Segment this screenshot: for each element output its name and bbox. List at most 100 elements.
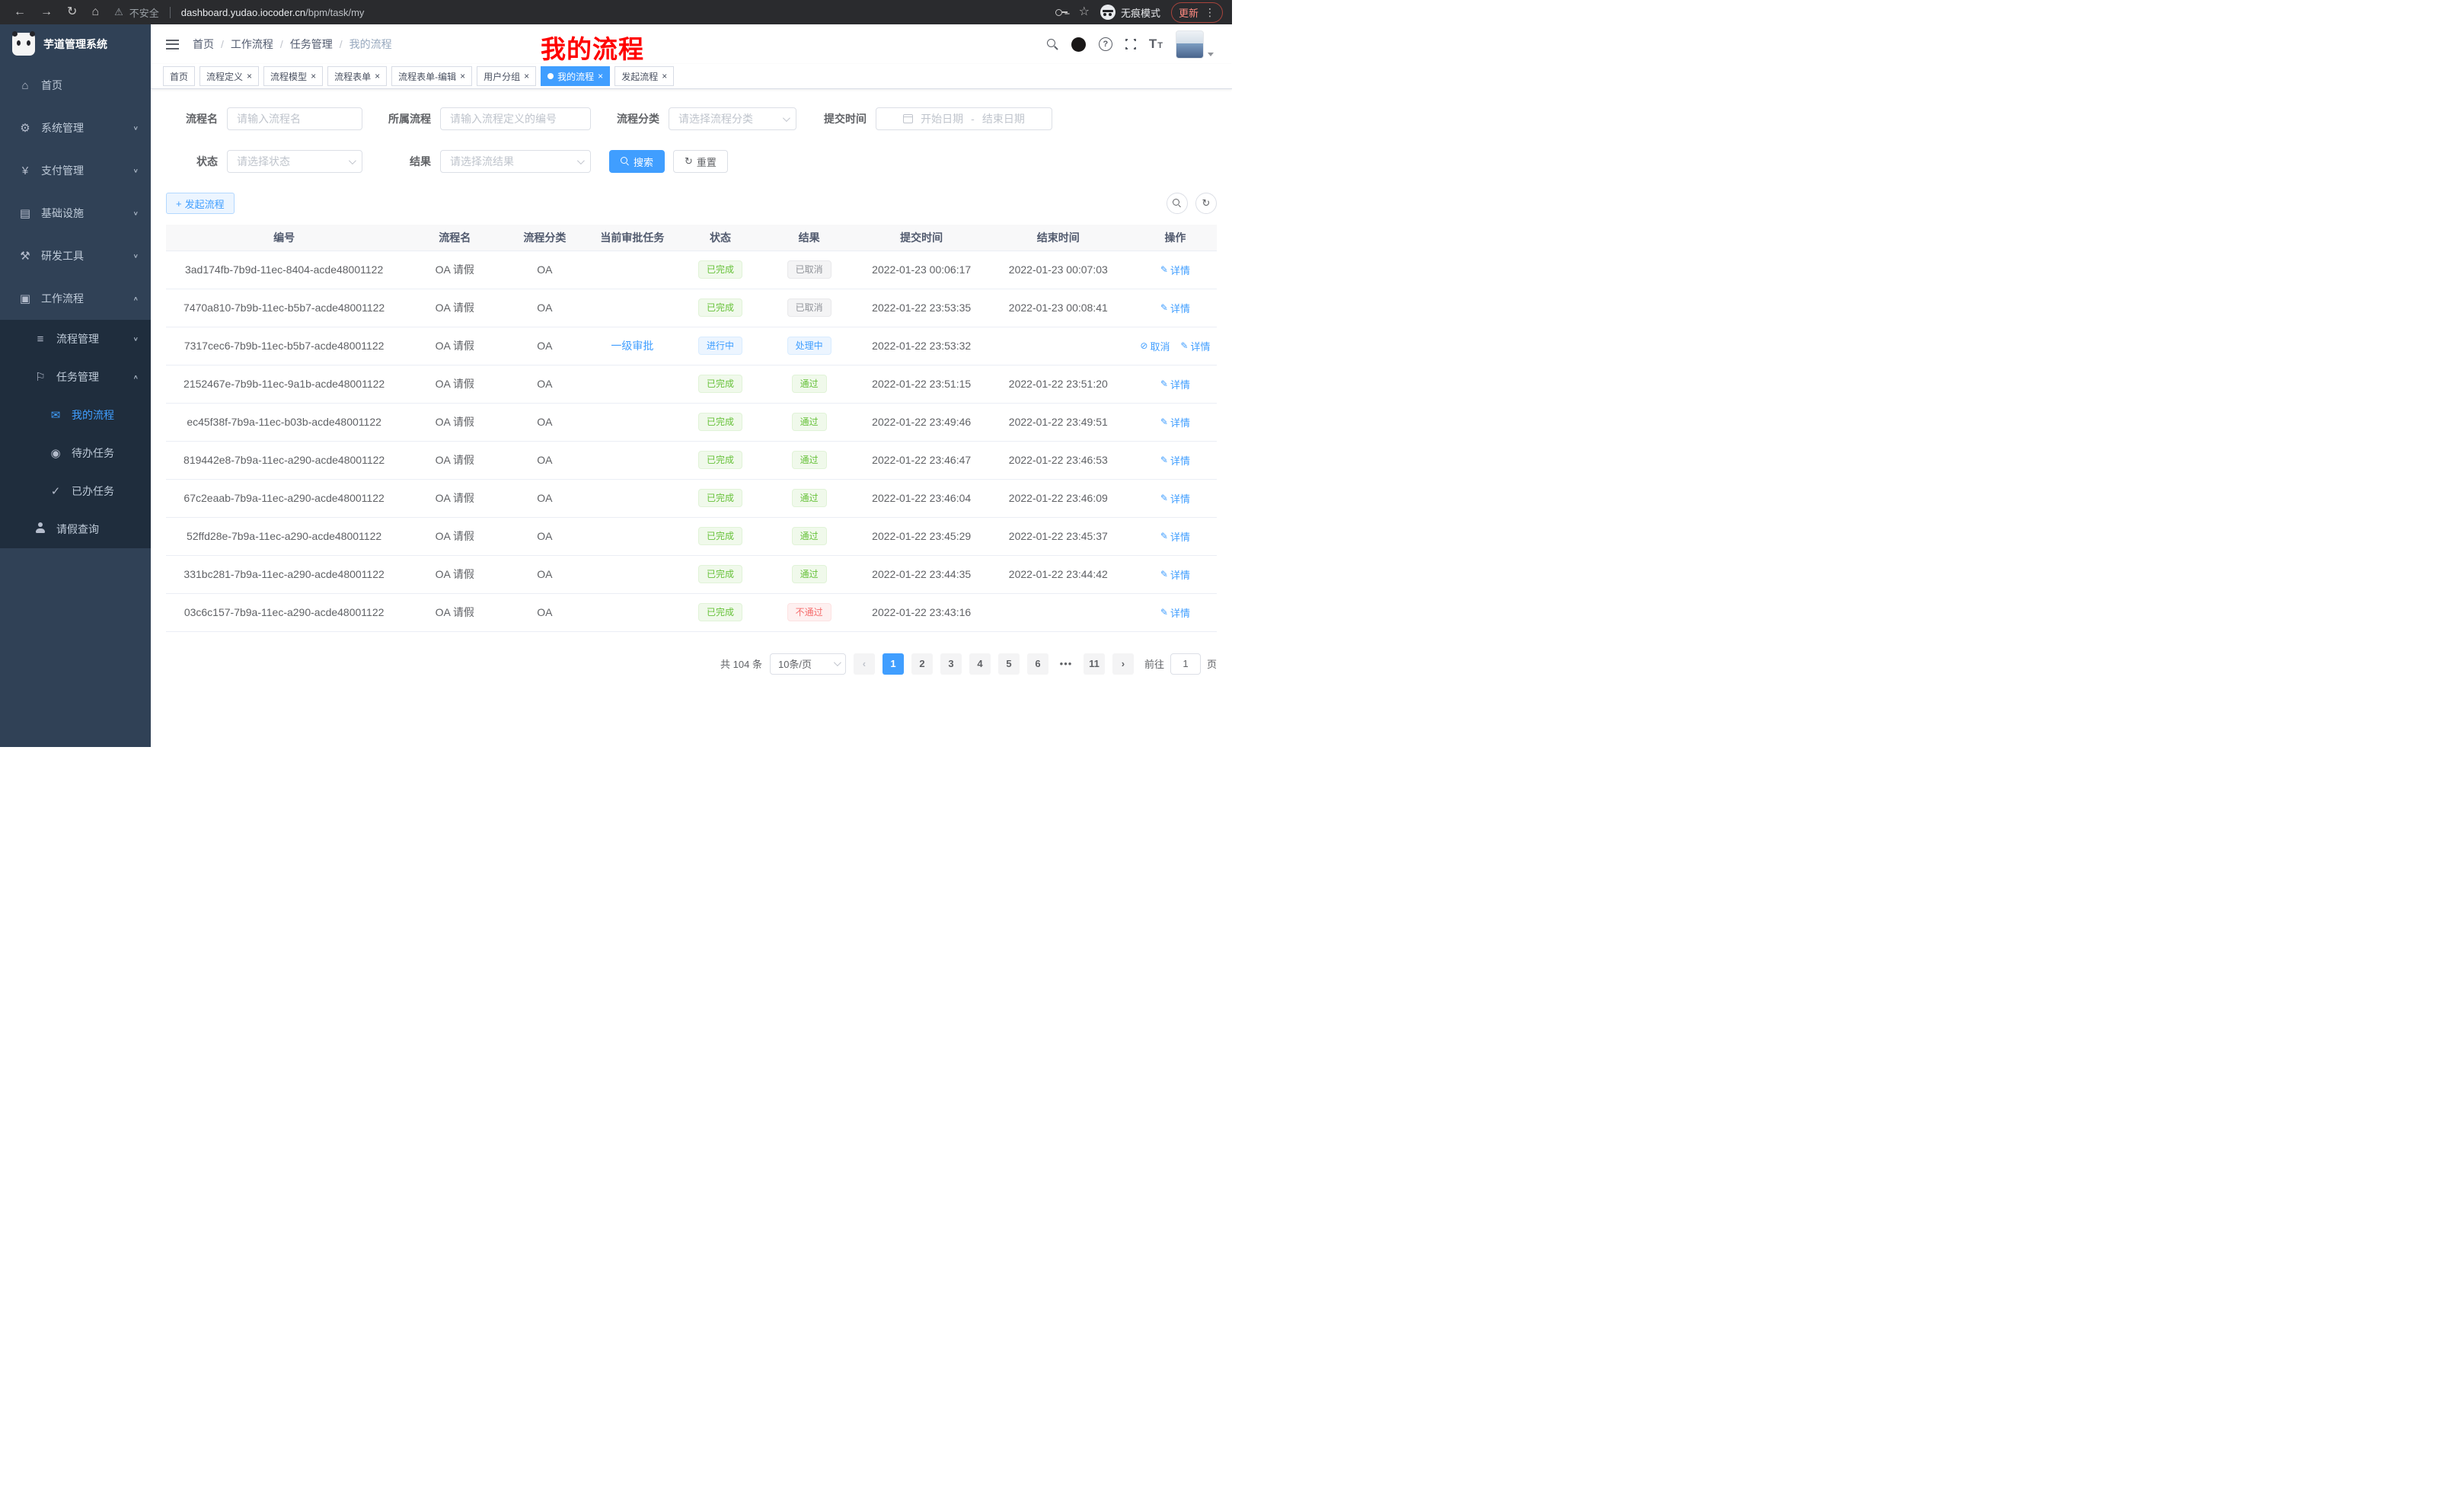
page-button-3[interactable]: 3 — [940, 653, 962, 675]
result-select[interactable]: 请选择流结果 — [440, 150, 591, 173]
close-icon[interactable]: × — [247, 72, 252, 81]
github-button[interactable] — [1071, 37, 1086, 52]
breadcrumb-item-workflow[interactable]: 工作流程 — [231, 37, 273, 52]
page-button-11[interactable]: 11 — [1084, 653, 1105, 675]
page-button-2[interactable]: 2 — [911, 653, 933, 675]
detail-action-link[interactable]: ✎详情 — [1160, 567, 1190, 582]
cell-end-time: 2022-01-23 00:08:41 — [983, 289, 1134, 327]
key-icon[interactable] — [1055, 8, 1068, 16]
cell-actions: ✎详情 — [1134, 365, 1217, 403]
sidebar-item-todo-tasks[interactable]: ◉ 待办任务 — [0, 434, 151, 472]
breadcrumb-item-home[interactable]: 首页 — [193, 37, 214, 52]
page-size-select[interactable]: 10条/页 — [770, 653, 846, 675]
tab-process-form-edit[interactable]: 流程表单-编辑× — [391, 66, 472, 86]
reload-button[interactable]: ↻ — [67, 6, 77, 18]
cell-actions: ⊘取消 ✎详情 — [1134, 327, 1217, 365]
star-icon[interactable]: ☆ — [1079, 6, 1090, 18]
close-icon[interactable]: × — [311, 72, 316, 81]
refresh-list-button[interactable]: ↻ — [1195, 193, 1217, 214]
tab-home[interactable]: 首页 — [163, 66, 195, 86]
header-search-button[interactable] — [1047, 39, 1058, 50]
goto-page-input[interactable] — [1170, 653, 1201, 675]
detail-action-link[interactable]: ✎详情 — [1160, 529, 1190, 544]
close-icon[interactable]: × — [460, 72, 465, 81]
detail-action-link[interactable]: ✎详情 — [1160, 301, 1190, 315]
close-icon[interactable]: × — [598, 72, 603, 81]
process-definition-input[interactable] — [440, 107, 591, 130]
message-icon: ✉ — [47, 408, 64, 422]
toggle-search-button[interactable] — [1167, 193, 1188, 214]
update-button[interactable]: 更新 ⋮ — [1171, 2, 1223, 23]
sidebar-item-my-process[interactable]: ✉ 我的流程 — [0, 396, 151, 434]
sidebar-toggle-button[interactable] — [166, 40, 179, 49]
sidebar-item-process-management[interactable]: ≡ 流程管理 ∨ — [0, 320, 151, 358]
tab-process-form[interactable]: 流程表单× — [327, 66, 387, 86]
close-icon[interactable]: × — [524, 72, 529, 81]
sidebar-item-workflow[interactable]: ▣ 工作流程 ∧ — [0, 277, 151, 320]
table-row: 2152467e-7b9b-11ec-9a1b-acde48001122 OA … — [166, 365, 1217, 403]
prev-page-button[interactable]: ‹ — [854, 653, 875, 675]
detail-action-link[interactable]: ✎详情 — [1160, 605, 1190, 620]
security-label[interactable]: 不安全 — [129, 5, 159, 20]
page-button-1[interactable]: 1 — [883, 653, 904, 675]
detail-action-link[interactable]: ✎详情 — [1180, 339, 1210, 353]
tab-my-process[interactable]: 我的流程× — [541, 66, 610, 86]
page-button-4[interactable]: 4 — [969, 653, 991, 675]
more-pages-icon[interactable]: ••• — [1056, 658, 1076, 669]
detail-action-link[interactable]: ✎详情 — [1160, 263, 1190, 277]
close-icon[interactable]: × — [662, 72, 667, 81]
user-menu[interactable] — [1176, 30, 1214, 59]
sidebar-item-infrastructure[interactable]: ▤ 基础设施 ∨ — [0, 192, 151, 235]
status-select[interactable]: 请选择状态 — [227, 150, 362, 173]
detail-action-link[interactable]: ✎详情 — [1160, 377, 1190, 391]
cell-current-task — [582, 441, 682, 479]
back-button[interactable]: ← — [14, 6, 26, 18]
start-process-button[interactable]: + 发起流程 — [166, 193, 235, 214]
detail-action-link[interactable]: ✎详情 — [1160, 415, 1190, 429]
tab-process-definition[interactable]: 流程定义× — [199, 66, 259, 86]
close-icon[interactable]: × — [375, 72, 380, 81]
sidebar-item-payment[interactable]: ¥ 支付管理 ∨ — [0, 149, 151, 192]
edit-icon: ✎ — [1160, 455, 1168, 465]
forward-button[interactable]: → — [40, 6, 53, 18]
sidebar-item-devtools[interactable]: ⚒ 研发工具 ∨ — [0, 235, 151, 277]
chevron-down-icon — [1208, 53, 1214, 56]
reset-button[interactable]: ↻ 重置 — [673, 150, 728, 173]
detail-action-link[interactable]: ✎详情 — [1160, 453, 1190, 468]
sidebar-item-system[interactable]: ⚙ 系统管理 ∨ — [0, 107, 151, 149]
submit-time-range-picker[interactable]: 开始日期 - 结束日期 — [876, 107, 1052, 130]
home-button[interactable]: ⌂ — [91, 6, 99, 18]
current-task-link[interactable]: 一级审批 — [611, 340, 653, 352]
cell-result: 通过 — [758, 479, 860, 517]
cell-current-task — [582, 251, 682, 289]
cell-actions: ✎详情 — [1134, 403, 1217, 441]
sidebar-item-home[interactable]: ⌂ 首页 — [0, 64, 151, 107]
tab-user-group[interactable]: 用户分组× — [477, 66, 536, 86]
page-button-6[interactable]: 6 — [1027, 653, 1048, 675]
next-page-button[interactable]: › — [1112, 653, 1134, 675]
cell-actions: ✎详情 — [1134, 441, 1217, 479]
cell-submit-time: 2022-01-22 23:46:04 — [860, 479, 983, 517]
process-category-select[interactable]: 请选择流程分类 — [669, 107, 796, 130]
eye-icon: ◉ — [47, 446, 64, 460]
fullscreen-button[interactable] — [1125, 39, 1136, 49]
help-icon[interactable]: ? — [1099, 37, 1112, 51]
app-logo[interactable]: 芋道管理系统 — [0, 24, 151, 64]
chevron-down-icon: ∨ — [133, 253, 139, 259]
cell-process-id: ec45f38f-7b9a-11ec-b03b-acde48001122 — [166, 403, 402, 441]
process-name-input[interactable] — [227, 107, 362, 130]
sidebar-item-task-management[interactable]: ⚐ 任务管理 ∧ — [0, 358, 151, 396]
detail-action-link[interactable]: ✎详情 — [1160, 491, 1190, 506]
browser-menu-icon[interactable]: ⋮ — [1205, 6, 1215, 19]
cancel-action-link[interactable]: ⊘取消 — [1140, 339, 1170, 353]
sidebar-item-done-tasks[interactable]: ✓ 已办任务 — [0, 472, 151, 510]
font-size-button[interactable]: TT — [1149, 37, 1163, 52]
page-button-5[interactable]: 5 — [998, 653, 1020, 675]
address-bar[interactable]: ⚠ 不安全 dashboard.yudao.iocoder.cn/bpm/tas… — [114, 5, 1055, 20]
search-button[interactable]: 搜索 — [609, 150, 665, 173]
sidebar-item-leave-query[interactable]: 请假查询 — [0, 510, 151, 548]
cell-result: 通过 — [758, 365, 860, 403]
tab-process-model[interactable]: 流程模型× — [263, 66, 323, 86]
breadcrumb-item-task-management[interactable]: 任务管理 — [290, 37, 333, 52]
tab-start-process[interactable]: 发起流程× — [614, 66, 674, 86]
